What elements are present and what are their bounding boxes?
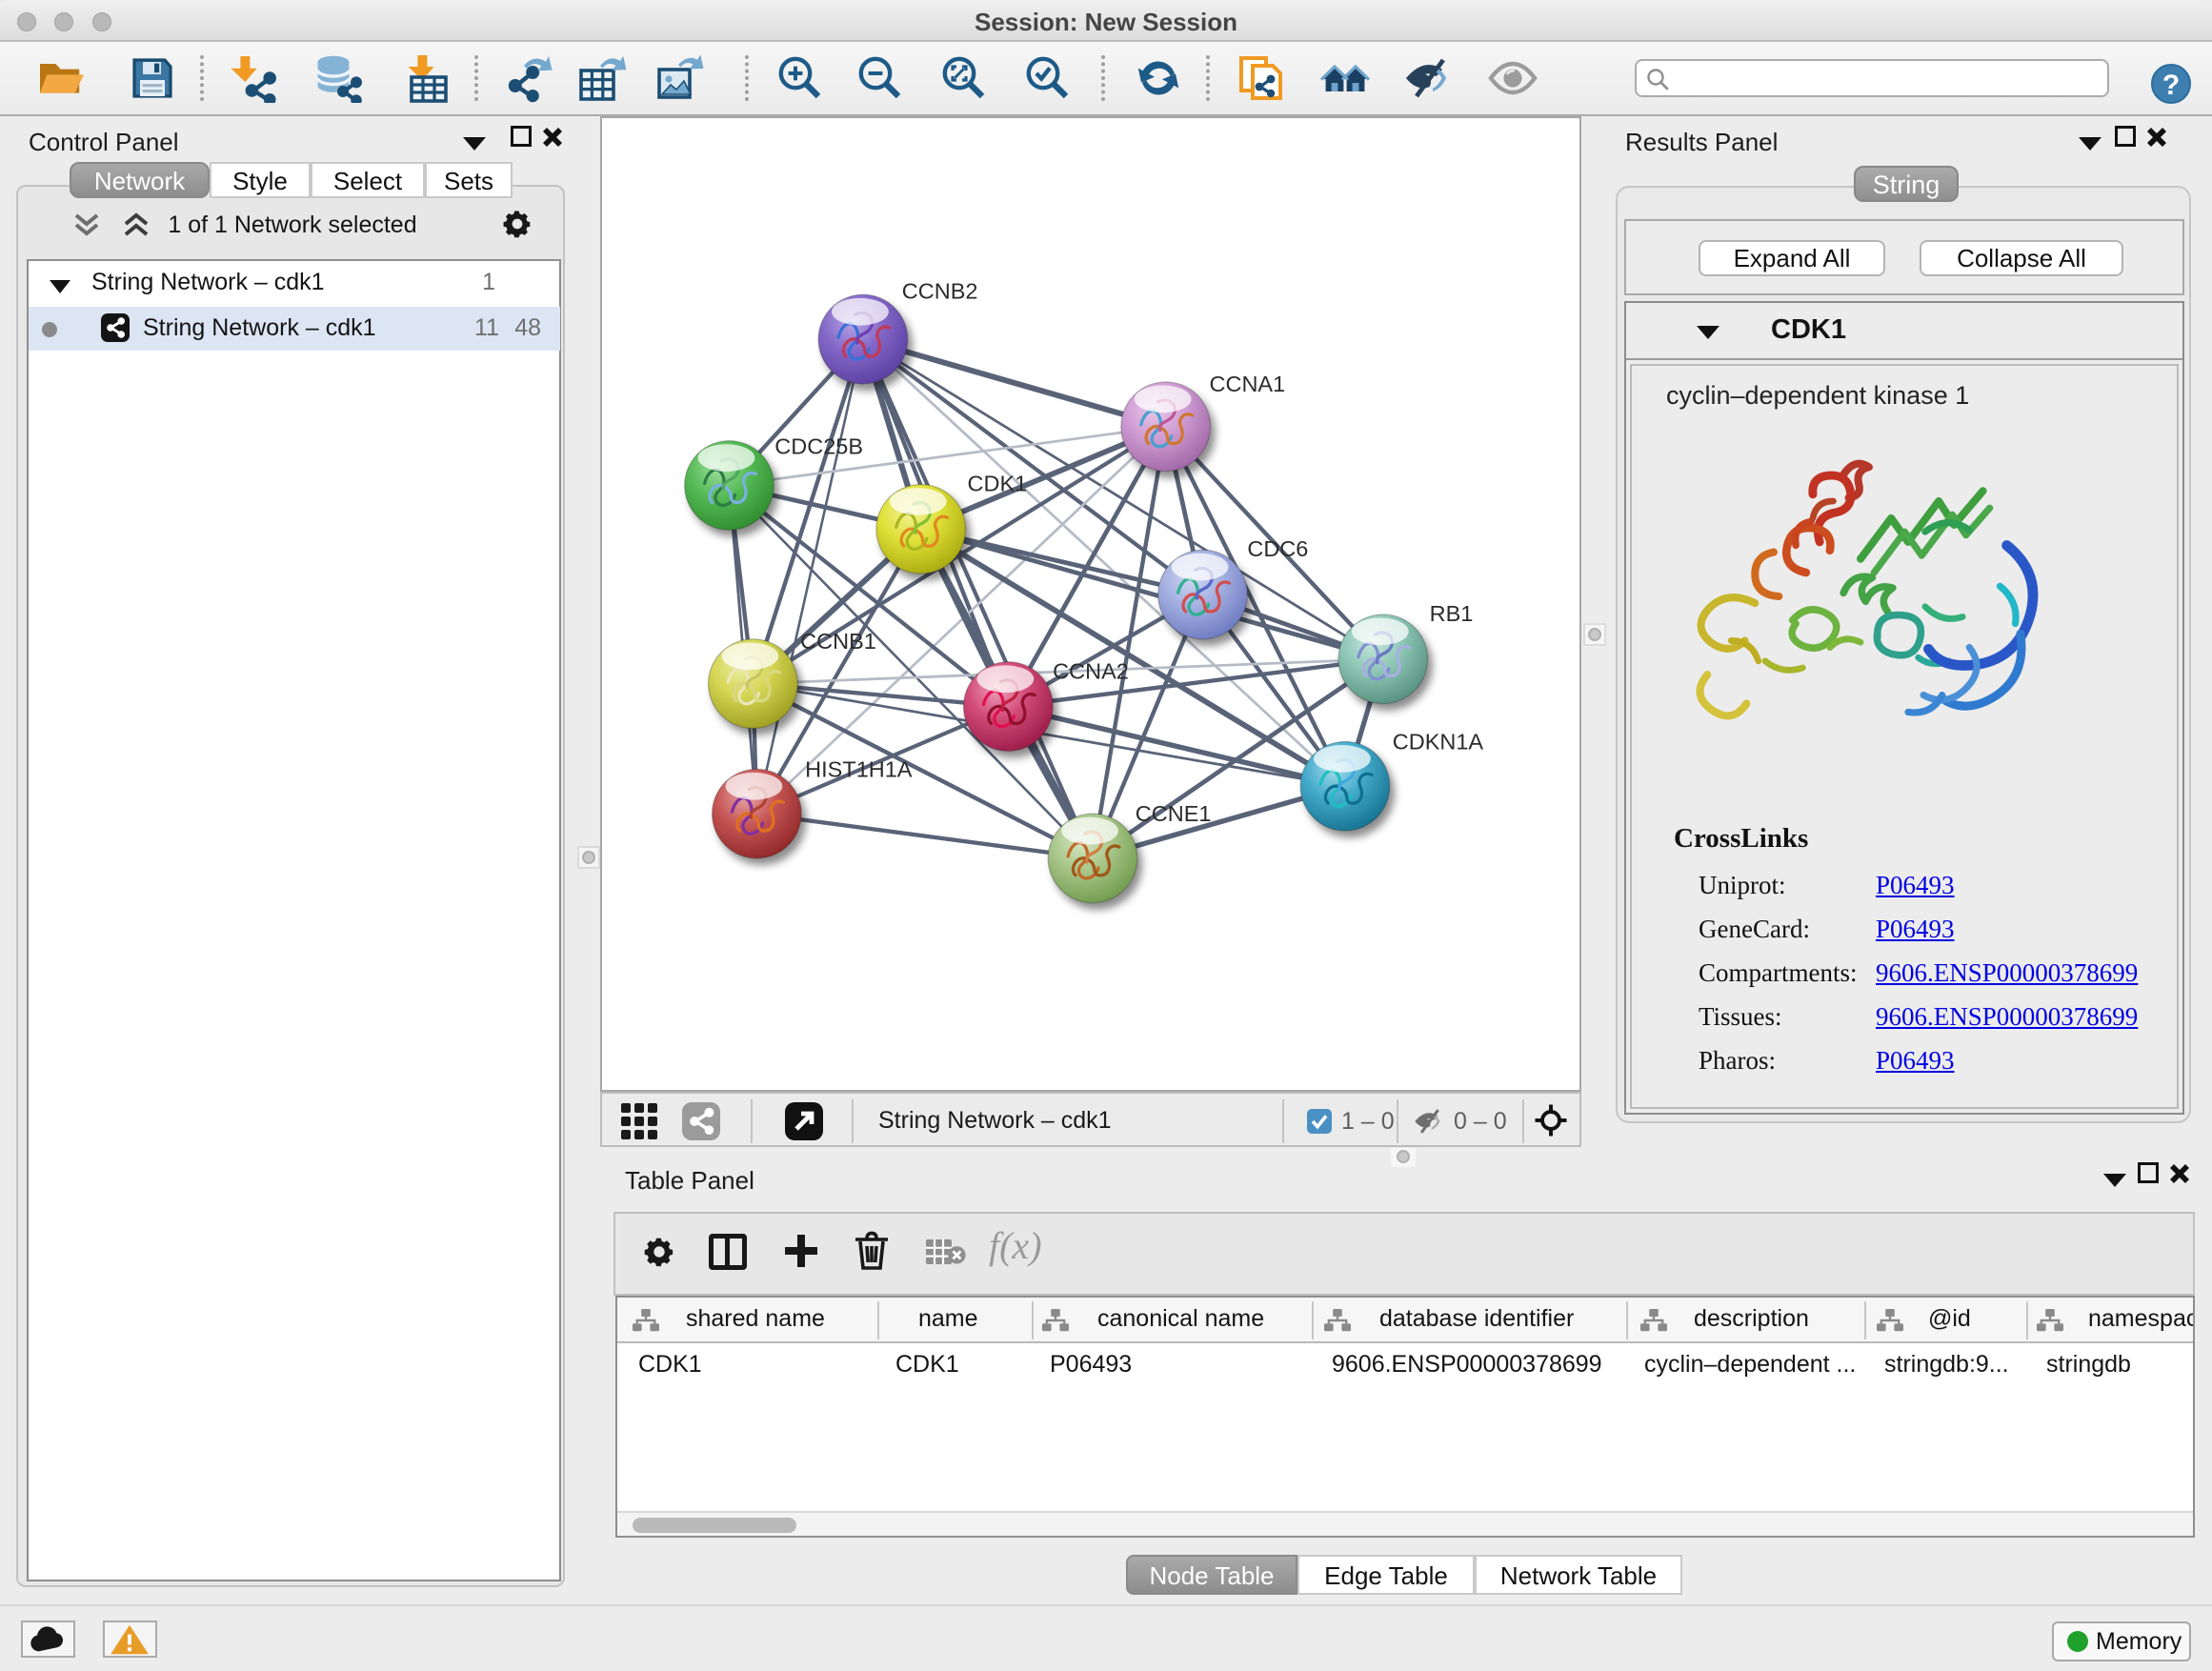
svg-text:CDKN1A: CDKN1A xyxy=(1393,729,1484,754)
svg-text:CDK1: CDK1 xyxy=(968,471,1028,495)
svg-text:CCNE1: CCNE1 xyxy=(1136,801,1212,826)
svg-text:CDC25B: CDC25B xyxy=(774,434,863,459)
svg-text:CCNB2: CCNB2 xyxy=(902,278,978,303)
svg-text:CCNA2: CCNA2 xyxy=(1053,659,1129,684)
svg-text:CCNB1: CCNB1 xyxy=(800,629,876,654)
svg-text:CDC6: CDC6 xyxy=(1247,536,1308,561)
svg-text:CCNA1: CCNA1 xyxy=(1210,372,1286,396)
svg-text:RB1: RB1 xyxy=(1430,601,1474,626)
svg-text:HIST1H1A: HIST1H1A xyxy=(805,756,913,781)
